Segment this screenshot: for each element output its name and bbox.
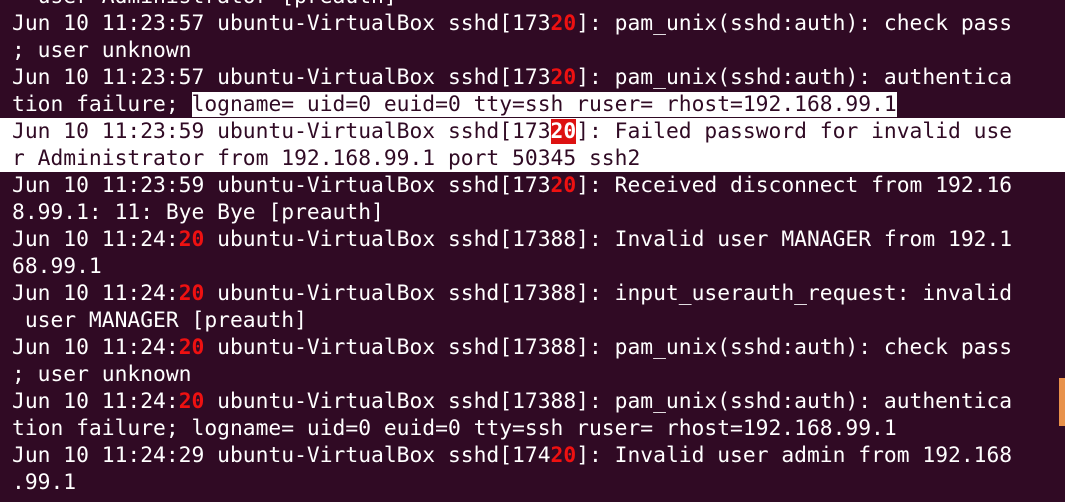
highlighted-match: 20 [550, 65, 577, 90]
log-line[interactable]: Jun 10 11:23:59 ubuntu-VirtualBox sshd[1… [0, 118, 1065, 145]
highlighted-match: 20 [178, 281, 205, 306]
log-text: Jun 10 11:24: [12, 227, 179, 252]
log-text: Jun 10 11:24: [12, 389, 179, 414]
log-text: .99.1 [12, 470, 77, 495]
log-line[interactable]: Jun 10 11:24:20 ubuntu-VirtualBox sshd[1… [12, 334, 1065, 361]
log-text: ubuntu-VirtualBox sshd[17388]: Invalid u… [204, 227, 1013, 252]
log-text: ]: pam_unix(sshd:auth): authentica [576, 65, 1013, 90]
log-line[interactable]: user Administrator [preauth] [12, 0, 1065, 10]
log-line[interactable]: Jun 10 11:24:20 ubuntu-VirtualBox sshd[1… [12, 388, 1065, 415]
terminal-output[interactable]: user Administrator [preauth] Jun 10 11:23… [0, 0, 1065, 496]
scrollbar-marker [1059, 378, 1065, 426]
log-line[interactable]: ; user unknown [12, 37, 1065, 64]
highlighted-match: 20 [550, 119, 577, 144]
log-text: Jun 10 11:24:29 ubuntu-VirtualBox sshd[1… [12, 443, 551, 468]
log-text: ubuntu-VirtualBox sshd[17388]: pam_unix(… [204, 389, 1013, 414]
log-text: ubuntu-VirtualBox sshd[17388]: pam_unix(… [204, 335, 1013, 360]
log-text: Jun 10 11:24: [12, 281, 179, 306]
highlighted-match: 20 [550, 173, 577, 198]
log-text: Jun 10 11:23:57 ubuntu-VirtualBox sshd[1… [12, 65, 551, 90]
log-text: ; user unknown [12, 362, 192, 387]
highlighted-match: 20 [550, 443, 577, 468]
log-text: tion failure; logname= uid=0 euid=0 tty=… [12, 416, 897, 441]
log-text: 8.99.1: 11: Bye Bye [preauth] [12, 200, 384, 225]
log-text: user MANAGER [preauth] [12, 308, 307, 333]
log-text: Jun 10 11:23:57 ubuntu-VirtualBox sshd[1… [12, 11, 551, 36]
log-line[interactable]: Jun 10 11:24:20 ubuntu-VirtualBox sshd[1… [12, 226, 1065, 253]
highlighted-match: 20 [178, 335, 205, 360]
log-line[interactable]: Jun 10 11:24:20 ubuntu-VirtualBox sshd[1… [12, 280, 1065, 307]
log-text: ubuntu-VirtualBox sshd[17388]: input_use… [204, 281, 1013, 306]
highlighted-match: 20 [178, 227, 205, 252]
log-text: ]: Invalid user admin from 192.168 [576, 443, 1013, 468]
terminal-window[interactable]: user Administrator [preauth] Jun 10 11:23… [0, 0, 1065, 502]
log-line[interactable]: ; user unknown [12, 361, 1065, 388]
log-line[interactable]: Jun 10 11:23:57 ubuntu-VirtualBox sshd[1… [12, 10, 1065, 37]
log-line[interactable]: 8.99.1: 11: Bye Bye [preauth] [12, 199, 1065, 226]
selected-text: logname= uid=0 euid=0 tty=ssh ruser= rho… [191, 92, 897, 117]
log-line[interactable]: user MANAGER [preauth] [12, 307, 1065, 334]
highlighted-match: 20 [550, 11, 577, 36]
log-line[interactable]: 68.99.1 [12, 253, 1065, 280]
log-text: tion failure; [12, 92, 192, 117]
log-text: ]: Failed password for invalid use [576, 119, 1013, 144]
log-text: user Administrator [preauth] [12, 0, 397, 9]
log-text: 68.99.1 [12, 254, 102, 279]
log-line[interactable]: r Administrator from 192.168.99.1 port 5… [0, 145, 1065, 172]
log-text: ; user unknown [12, 38, 192, 63]
log-text: Jun 10 11:23:59 ubuntu-VirtualBox sshd[1… [12, 173, 551, 198]
log-line[interactable]: Jun 10 11:23:59 ubuntu-VirtualBox sshd[1… [12, 172, 1065, 199]
highlighted-match: 20 [178, 389, 205, 414]
log-line[interactable]: tion failure; logname= uid=0 euid=0 tty=… [12, 415, 1065, 442]
log-text: Jun 10 11:23:59 ubuntu-VirtualBox sshd[1… [12, 119, 551, 144]
log-line[interactable]: Jun 10 11:24:29 ubuntu-VirtualBox sshd[1… [12, 442, 1065, 469]
log-text: ]: pam_unix(sshd:auth): check pass [576, 11, 1013, 36]
log-text: ]: Received disconnect from 192.16 [576, 173, 1013, 198]
log-text: Jun 10 11:24: [12, 335, 179, 360]
log-text: r Administrator from 192.168.99.1 port 5… [12, 146, 641, 171]
log-line[interactable]: Jun 10 11:23:57 ubuntu-VirtualBox sshd[1… [12, 64, 1065, 91]
log-line[interactable]: .99.1 [12, 469, 1065, 496]
log-line[interactable]: tion failure; logname= uid=0 euid=0 tty=… [12, 91, 1065, 118]
